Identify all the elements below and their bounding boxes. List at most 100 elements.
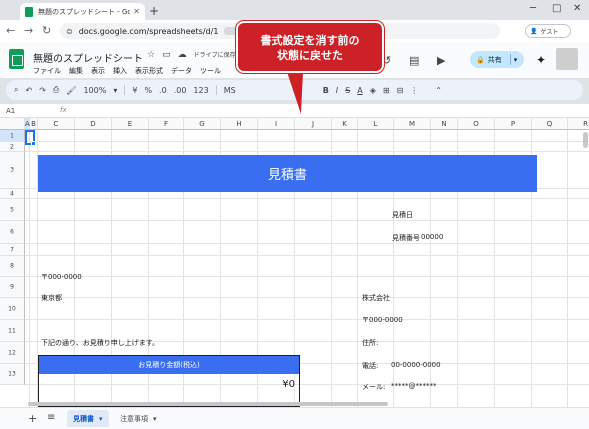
- row-header[interactable]: 10: [0, 298, 25, 320]
- borders-icon[interactable]: ⊞: [383, 86, 390, 95]
- row-header[interactable]: 2: [0, 142, 25, 152]
- share-button[interactable]: 🔒 共有 ▾: [470, 51, 524, 68]
- fill-color-icon[interactable]: ◈: [370, 86, 376, 95]
- paint-format-icon[interactable]: 🖌: [66, 86, 76, 95]
- undo-icon[interactable]: ↶: [25, 86, 32, 95]
- menu-format[interactable]: 表示形式: [135, 66, 163, 76]
- forward-icon[interactable]: →: [24, 24, 33, 37]
- name-box[interactable]: A1: [6, 107, 15, 115]
- row-header[interactable]: 6: [0, 221, 25, 244]
- column-header[interactable]: E: [112, 118, 149, 130]
- sheets-logo-icon[interactable]: [9, 49, 24, 69]
- row-header[interactable]: 7: [0, 244, 25, 256]
- column-header[interactable]: F: [149, 118, 184, 130]
- column-header[interactable]: K: [332, 118, 358, 130]
- column-header[interactable]: H: [221, 118, 258, 130]
- print-icon[interactable]: ⎙: [53, 85, 59, 95]
- row-header[interactable]: 1: [0, 130, 25, 142]
- maximize-icon[interactable]: □: [552, 3, 561, 14]
- minimize-icon[interactable]: ─: [530, 3, 536, 14]
- all-sheets-icon[interactable]: ≡: [47, 412, 55, 423]
- row-header[interactable]: 8: [0, 256, 25, 277]
- menu-tools[interactable]: ツール: [200, 66, 221, 76]
- gridline-vertical: [29, 130, 30, 407]
- sheet-tab-estimate[interactable]: 見積書 ▾: [67, 410, 109, 427]
- site-info-icon[interactable]: ⊜: [66, 27, 73, 36]
- cloud-icon[interactable]: ☁: [178, 50, 187, 60]
- estimate-title-banner[interactable]: 見積書: [38, 155, 537, 192]
- redo-icon[interactable]: ↷: [39, 86, 46, 95]
- meet-icon[interactable]: ▶: [437, 54, 445, 67]
- chevron-down-icon[interactable]: ▾: [153, 415, 157, 423]
- avatar[interactable]: [556, 48, 578, 70]
- star-icon[interactable]: ☆: [147, 50, 155, 60]
- document-title[interactable]: 無題のスプレッドシート: [33, 50, 143, 65]
- column-header[interactable]: O: [458, 118, 495, 130]
- guest-profile-button[interactable]: 👤 ゲスト: [525, 24, 571, 38]
- close-tab-icon[interactable]: ✕: [133, 7, 140, 16]
- menu-edit[interactable]: 編集: [69, 66, 83, 76]
- column-header[interactable]: N: [431, 118, 458, 130]
- collapse-toolbar-icon[interactable]: ⌃: [435, 86, 442, 95]
- chevron-down-icon[interactable]: ▾: [514, 56, 518, 64]
- row-header[interactable]: 11: [0, 320, 25, 342]
- new-tab-icon[interactable]: +: [149, 4, 159, 18]
- more-options-icon[interactable]: ⋮: [410, 86, 418, 95]
- search-menus-icon[interactable]: ⌕: [14, 85, 18, 95]
- row-header[interactable]: 3: [0, 152, 25, 189]
- fill-handle[interactable]: [31, 141, 36, 146]
- intro-text: 下記の通り、お見積り申し上げます。: [41, 339, 160, 347]
- select-all-corner[interactable]: [0, 118, 25, 130]
- row-header[interactable]: 5: [0, 199, 25, 221]
- vertical-scrollbar[interactable]: [583, 132, 588, 148]
- row-header[interactable]: 13: [0, 364, 25, 385]
- browser-tab[interactable]: 無題のスプレッドシート - Google ス ✕: [20, 3, 145, 20]
- row-header[interactable]: 12: [0, 342, 25, 364]
- back-icon[interactable]: ←: [6, 24, 15, 37]
- spreadsheet-grid[interactable]: 見積書 見積日 見積番号 00000 〒000-0000 東京都 株式会社 〒0…: [0, 118, 589, 407]
- folder-icon[interactable]: ▭: [162, 50, 171, 60]
- column-header[interactable]: M: [394, 118, 431, 130]
- currency-format-button[interactable]: ¥: [132, 86, 137, 95]
- merge-cells-icon[interactable]: ⊟: [397, 86, 404, 95]
- column-header[interactable]: R: [568, 118, 589, 130]
- horizontal-scrollbar[interactable]: [28, 402, 388, 406]
- menu-file[interactable]: ファイル: [33, 66, 61, 76]
- column-header[interactable]: G: [184, 118, 221, 130]
- italic-icon[interactable]: I: [336, 86, 338, 95]
- comment-icon[interactable]: ▤: [409, 54, 419, 67]
- column-header[interactable]: B: [30, 118, 38, 130]
- active-cell-selection[interactable]: [25, 130, 36, 146]
- reload-icon[interactable]: ↻: [42, 24, 51, 37]
- amount-box[interactable]: お見積り金額(税込) ¥0: [38, 355, 300, 407]
- add-sheet-icon[interactable]: +: [28, 412, 37, 425]
- text-color-icon[interactable]: A: [357, 86, 362, 95]
- font-select[interactable]: MS: [224, 86, 236, 95]
- decrease-decimal-button[interactable]: .0: [159, 86, 167, 95]
- sheet-tab-notes[interactable]: 注意事項 ▾: [114, 410, 163, 427]
- column-header[interactable]: P: [495, 118, 532, 130]
- column-header[interactable]: C: [38, 118, 75, 130]
- number-format-button[interactable]: 123: [193, 86, 208, 95]
- strikethrough-icon[interactable]: S: [345, 86, 350, 95]
- bold-icon[interactable]: B: [323, 86, 329, 95]
- zoom-chevron-icon[interactable]: ▾: [113, 86, 117, 95]
- column-header[interactable]: L: [358, 118, 394, 130]
- row-header[interactable]: 4: [0, 189, 25, 199]
- zoom-select[interactable]: 100%: [83, 86, 106, 95]
- menu-view[interactable]: 表示: [91, 66, 105, 76]
- percent-format-button[interactable]: %: [144, 86, 152, 95]
- increase-decimal-button[interactable]: .00: [174, 86, 187, 95]
- estimate-number-label: 見積番号: [392, 234, 420, 242]
- lock-icon: 🔒: [476, 55, 485, 64]
- menu-insert[interactable]: 挿入: [113, 66, 127, 76]
- window-close-icon[interactable]: ✕: [573, 3, 581, 14]
- column-header[interactable]: D: [75, 118, 112, 130]
- column-header[interactable]: Q: [532, 118, 568, 130]
- row-header[interactable]: 9: [0, 277, 25, 298]
- column-header[interactable]: I: [258, 118, 295, 130]
- gemini-icon[interactable]: ✦: [536, 53, 546, 67]
- menu-data[interactable]: データ: [171, 66, 192, 76]
- column-header[interactable]: J: [295, 118, 332, 130]
- chevron-down-icon[interactable]: ▾: [99, 415, 103, 423]
